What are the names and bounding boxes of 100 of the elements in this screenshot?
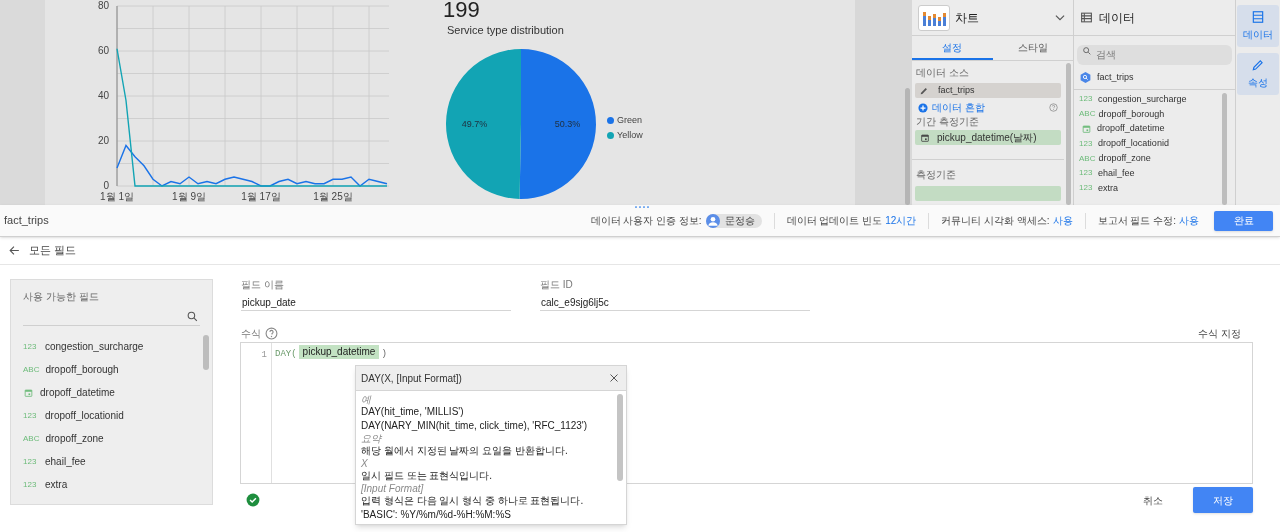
field-name[interactable]: congestion_surcharge [45, 339, 144, 354]
legend-label: Green [617, 114, 642, 127]
chart-title: Service type distribution [447, 23, 564, 38]
scrollbar[interactable] [1222, 93, 1227, 205]
help-text: 'BASIC': %Y/%m/%d-%H:%M:%S [361, 509, 512, 521]
date-range-chip[interactable]: pickup_datetime(날짜) [915, 130, 1061, 145]
scrollbar[interactable] [203, 335, 209, 370]
field-name[interactable]: dropoff_zone [1098, 153, 1151, 165]
field-name[interactable]: ehail_fee [1098, 167, 1135, 179]
panel-title: 차트 [955, 9, 980, 27]
help-text: 일시 필드 또는 표현식입니다. [361, 470, 494, 482]
field-name[interactable]: congestion_surcharge [1098, 93, 1187, 105]
axis-tick-label: 20 [97, 135, 109, 146]
axis-tick-label: 0 [103, 180, 109, 191]
axis-tick-label: 40 [97, 90, 109, 101]
scrollbar[interactable] [617, 394, 623, 481]
format-formula-link[interactable]: 수식 지정 [1198, 325, 1241, 341]
panel-tab[interactable]: 설정 [912, 36, 993, 60]
section-heading: 요약 [361, 433, 383, 445]
scorecard-value: 199 [443, 0, 480, 24]
help-text: 해당 월에서 지정된 날짜의 요일을 반환합니다. [361, 445, 569, 457]
field-name[interactable]: dropoff_datetime [40, 385, 115, 400]
user-chip[interactable]: 문정승 [705, 213, 762, 228]
field-token: pickup_datetime [298, 345, 380, 359]
pencil-icon [1251, 58, 1265, 72]
type-label: 123 [1079, 183, 1094, 194]
field-name[interactable]: dropoff_borough [1098, 108, 1165, 120]
field-editing-link[interactable]: 사용 [1179, 213, 1199, 228]
field-name-input[interactable]: pickup_date [241, 294, 511, 311]
type-label: 123 [1079, 94, 1094, 105]
user-avatar-icon [705, 213, 720, 228]
section-heading: 예 [361, 394, 373, 406]
calendar-icon [1081, 124, 1092, 134]
cancel-button[interactable]: 취소 [1135, 487, 1171, 513]
field-name[interactable]: extra [1098, 182, 1118, 194]
community-access-label: 커뮤니티 시각화 액세스: [941, 214, 1050, 228]
data-label: 49.7% [461, 118, 488, 129]
axis-tick-label: 1월 9일 [172, 191, 206, 202]
pencil-icon [919, 85, 929, 96]
blend-data-link[interactable]: 데이터 혼합 [932, 100, 1045, 115]
field-name[interactable]: dropoff_locationid [1098, 138, 1169, 150]
type-label: 123 [1079, 138, 1094, 149]
function-token: DAY( [275, 348, 297, 361]
field-chip[interactable] [915, 186, 1061, 201]
rail-button[interactable]: 속성 [1237, 53, 1279, 95]
back-arrow-icon [8, 244, 21, 257]
section-heading: X [361, 458, 369, 470]
type-label: ABC [1079, 109, 1096, 120]
type-label: 123 [1079, 168, 1094, 179]
section-label: 기간 측정기준 [916, 116, 980, 129]
panel-title: 데이터 [1099, 9, 1135, 27]
input-label: 수식 [241, 326, 261, 341]
line-number: 1 [261, 349, 267, 362]
section-label: 데이터 소스 [916, 67, 970, 80]
axis-tick-label: 1월 1일 [100, 191, 134, 202]
function-token: ) [381, 348, 387, 361]
type-label: 123 [23, 456, 38, 467]
community-access-link[interactable]: 사용 [1052, 213, 1073, 228]
type-label: ABC [1079, 153, 1096, 164]
data-source-icon [1079, 71, 1092, 84]
help-text: 입력 형식은 다음 일시 형식 중 하나로 표현됩니다. [361, 495, 585, 507]
axis-tick-label: 60 [97, 45, 109, 56]
panel-tab[interactable]: 스타일 [992, 36, 1073, 60]
help-icon [265, 326, 278, 340]
type-label: 123 [23, 341, 38, 352]
help-text: DAY(hit_time, 'MILLIS') [361, 406, 465, 418]
field-name[interactable]: dropoff_locationid [45, 408, 124, 423]
section-heading: [Input Format] [361, 483, 425, 495]
legend-label: Yellow [617, 128, 643, 142]
calendar-icon [23, 387, 34, 398]
type-label: 123 [23, 410, 38, 421]
field-id-input[interactable]: calc_e9sjg6lj5c [540, 294, 810, 311]
help-text: DAY(NARY_MIN(hit_time, click_time), 'RFC_1123') [361, 420, 589, 432]
table-icon [1080, 11, 1093, 24]
section-label: 측정기준 [916, 169, 957, 182]
axis-tick-label: 1월 25일 [313, 191, 353, 202]
data-freshness-link[interactable]: 12시간 [885, 213, 917, 228]
scrollbar[interactable] [905, 88, 910, 205]
data-source-name: fact_trips [1097, 70, 1134, 84]
done-button[interactable]: 완료 [1214, 210, 1273, 231]
field-name[interactable]: ehail_fee [45, 454, 86, 469]
rail-button[interactable]: 데이터 [1237, 5, 1279, 47]
type-label: ABC [23, 433, 40, 444]
field-name[interactable]: dropoff_zone [45, 431, 104, 446]
panel-heading: 사용 가능한 필드 [23, 290, 100, 304]
field-name[interactable]: dropoff_borough [45, 362, 119, 377]
search-icon [1082, 46, 1092, 56]
input-label: 필드 이름 [241, 279, 285, 291]
field-name[interactable]: dropoff_datetime [1097, 123, 1165, 135]
field-name[interactable]: extra [45, 477, 68, 492]
search-field[interactable]: 검색 [1077, 44, 1232, 65]
scrollbar[interactable] [1066, 63, 1071, 205]
bar-chart-icon [918, 4, 950, 31]
back-link[interactable]: 모든 필드 [8, 242, 77, 259]
data-source-chip[interactable]: fact_trips [915, 83, 1061, 98]
search-icon [186, 310, 199, 323]
help-icon [1049, 103, 1058, 112]
data-source-title: fact_trips [4, 213, 50, 229]
type-label: ABC [23, 364, 40, 375]
save-button[interactable]: 저장 [1193, 487, 1253, 513]
